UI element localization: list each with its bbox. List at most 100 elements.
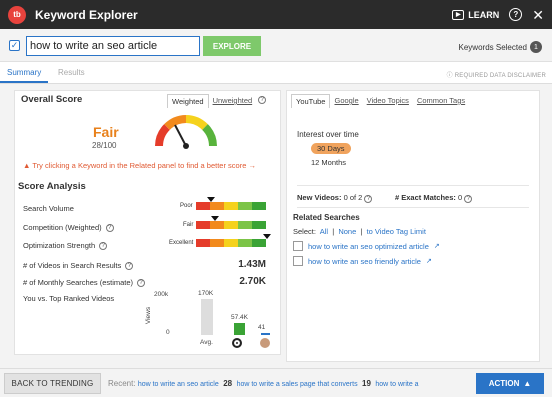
help-icon[interactable]: ? [509,8,523,21]
chart-bar [234,322,245,335]
score-hint[interactable]: ▲ Try clicking a Keyword in the Related … [23,161,256,170]
monthly-searches: 2.70K [239,276,266,287]
select-none-link[interactable]: None [338,227,356,236]
score-hint-text: Try clicking a Keyword in the Related pa… [32,161,256,170]
select-row: Select: All | None | to Video Tag Limit [293,227,426,236]
avatar [260,338,270,348]
x-tick-label: Avg. [200,339,213,346]
y-tick: 0 [166,329,170,336]
row-videos: # of Videos in Search Results? [23,261,134,270]
recent-link[interactable]: how to write an seo article [138,381,219,388]
close-icon[interactable]: ✕ [532,8,544,22]
chart-value-label: 41 [258,324,266,331]
period-30-days[interactable]: 30 Days [311,143,351,154]
trend-panel: YouTube Google Video Topics Common Tags … [286,90,540,362]
label: Search Volume [23,204,74,213]
help-icon[interactable]: ? [137,278,146,287]
tab-weighted[interactable]: Weighted [167,94,209,108]
level-marker [263,234,271,239]
recent-link[interactable]: how to write a sales page that converts [237,381,358,388]
search-row: ✓ EXPLORE Keywords Selected 1 [0,29,552,62]
select-all-link[interactable]: All [320,227,328,236]
label: # of Videos in Search Results [23,261,122,270]
views-chart: Views 200k 0 170K 57.4K 41 Avg. [140,289,280,355]
score-gauge [155,115,217,149]
related-checkbox[interactable] [293,256,303,266]
learn-button[interactable]: ▶ LEARN [452,9,500,20]
keywords-selected-count: 1 [530,41,542,53]
select-label: Select: [293,227,316,236]
score-value: 28/100 [92,141,117,150]
tab-common-tags[interactable]: Common Tags [413,94,469,108]
select-tag-limit-link[interactable]: to Video Tag Limit [367,227,426,236]
chart-bar [201,299,213,335]
exact-matches-label: # Exact Matches: [395,193,456,202]
overall-score-title: Overall Score [21,94,83,105]
row-competition: Competition (Weighted)? [23,223,114,232]
keywords-selected[interactable]: Keywords Selected 1 [459,41,542,53]
level-label: Excellent [169,240,194,246]
tab-unweighted[interactable]: Unweighted [209,94,257,108]
tab-google[interactable]: Google [330,94,362,108]
main-area: Overall Score Weighted Unweighted ? Fair… [0,84,552,368]
keyword-checkbox[interactable]: ✓ [9,40,20,51]
chart-bar [261,333,270,335]
level-bar-optimization [196,239,266,247]
new-videos-value: 0 of 2 [343,193,363,202]
explore-button[interactable]: EXPLORE [203,36,261,56]
app-title: Keyword Explorer [35,7,138,22]
related-title: Related Searches [293,213,360,222]
tab-youtube[interactable]: YouTube [291,94,331,108]
tab-video-topics[interactable]: Video Topics [363,94,413,108]
data-disclaimer[interactable]: ⓘ REQUIRED DATA DISCLAIMER [447,70,546,79]
related-link[interactable]: how to write an seo optimized article [308,242,429,251]
disclaimer-label: REQUIRED DATA DISCLAIMER [454,73,546,79]
level-bar-search-volume [196,202,266,210]
recent-label: Recent: [108,379,136,388]
target-icon [232,338,242,348]
help-icon[interactable]: ? [99,241,108,250]
external-link-icon[interactable]: ↗ [426,257,432,265]
interest-title: Interest over time [297,130,359,139]
app-logo: tb [8,5,26,24]
related-link[interactable]: how to write an seo friendly article [308,257,421,266]
back-to-trending-button[interactable]: BACK TO TRENDING [4,373,101,394]
learn-label: LEARN [468,9,500,20]
row-search-volume: Search Volume [23,204,74,213]
help-icon[interactable]: ? [258,96,267,104]
tab-summary[interactable]: Summary [7,68,41,77]
title-bar: tb Keyword Explorer ▶ LEARN ? ✕ [0,0,552,29]
external-link-icon[interactable]: ↗ [434,242,440,250]
label: You vs. Top Ranked Videos [23,294,115,303]
score-panel: Overall Score Weighted Unweighted ? Fair… [14,90,281,355]
related-checkbox[interactable] [293,241,303,251]
y-axis-label: Views [145,306,153,325]
score-rating: Fair [93,124,119,140]
level-bar-competition [196,221,266,229]
search-input[interactable] [26,36,200,56]
active-tab-indicator [0,81,48,83]
level-label: Poor [180,203,193,209]
exact-matches: # Exact Matches: 0 ? [395,193,473,203]
level-marker [211,216,219,221]
chart-value-label: 57.4K [231,313,248,321]
related-item[interactable]: how to write an seo optimized article ↗ [293,241,440,251]
help-icon[interactable]: ? [125,261,134,270]
recent-searches: Recent: how to write an seo article 28 h… [108,379,448,388]
action-label: ACTION [488,379,520,388]
play-icon: ▶ [452,9,465,20]
level-label: Fair [183,222,194,228]
help-icon[interactable]: ? [464,195,473,203]
row-you-vs: You vs. Top Ranked Videos [23,294,114,303]
help-icon[interactable]: ? [105,223,114,232]
new-videos-label: New Videos: [297,193,342,202]
related-item[interactable]: how to write an seo friendly article ↗ [293,256,432,266]
chevron-up-icon: ▲ [523,379,532,388]
recent-link[interactable]: how to write a [375,381,418,388]
score-analysis-title: Score Analysis [18,181,86,192]
tab-results[interactable]: Results [58,68,85,77]
action-button[interactable]: ACTION ▲ [476,373,544,394]
period-12-months[interactable]: 12 Months [311,158,346,167]
divider [297,185,529,186]
help-icon[interactable]: ? [364,195,373,203]
